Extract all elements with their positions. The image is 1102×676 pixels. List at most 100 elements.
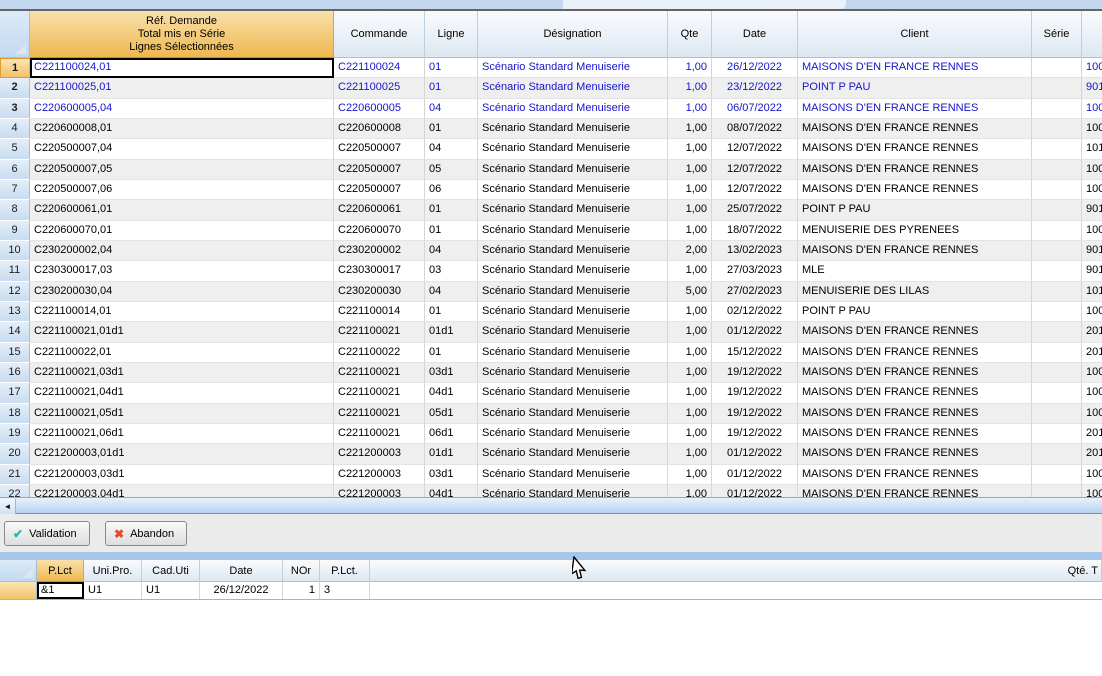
- cell-date[interactable]: 01/12/2022: [712, 444, 798, 464]
- cell-qte[interactable]: 1,00: [668, 119, 712, 139]
- cell-qte[interactable]: 2,00: [668, 241, 712, 261]
- cell-ligne[interactable]: 06: [425, 180, 478, 200]
- cell-client[interactable]: MLE: [798, 261, 1032, 281]
- row-number[interactable]: 6: [0, 160, 30, 180]
- cell-designation[interactable]: Scénario Standard Menuiserie: [478, 485, 668, 497]
- cell-commande[interactable]: C221100021: [334, 383, 425, 403]
- cell-ligne[interactable]: 04: [425, 282, 478, 302]
- cell-client[interactable]: MAISONS D'EN FRANCE RENNES: [798, 119, 1032, 139]
- cell-ligne[interactable]: 03d1: [425, 465, 478, 485]
- cell-designation[interactable]: Scénario Standard Menuiserie: [478, 404, 668, 424]
- cell-serie[interactable]: [1032, 322, 1082, 342]
- cell-designation[interactable]: Scénario Standard Menuiserie: [478, 99, 668, 119]
- cell-commande[interactable]: C221100022: [334, 343, 425, 363]
- cell-designation[interactable]: Scénario Standard Menuiserie: [478, 444, 668, 464]
- cell-ligne[interactable]: 04: [425, 241, 478, 261]
- cell-ref[interactable]: C221100021,03d1: [30, 363, 334, 383]
- bottom-cell-plct2[interactable]: 3: [320, 582, 370, 599]
- cell-ligne[interactable]: 03d1: [425, 363, 478, 383]
- column-header-commande[interactable]: Commande: [334, 11, 425, 58]
- cell-date[interactable]: 19/12/2022: [712, 424, 798, 444]
- cell-ligne[interactable]: 01: [425, 78, 478, 98]
- cell-serie[interactable]: [1032, 241, 1082, 261]
- cell-ref[interactable]: C221100021,06d1: [30, 424, 334, 444]
- cell-designation[interactable]: Scénario Standard Menuiserie: [478, 383, 668, 403]
- cell-de[interactable]: 100: [1082, 180, 1102, 200]
- cell-client[interactable]: MAISONS D'EN FRANCE RENNES: [798, 424, 1032, 444]
- cell-date[interactable]: 01/12/2022: [712, 485, 798, 497]
- cell-ref[interactable]: C230200030,04: [30, 282, 334, 302]
- cell-designation[interactable]: Scénario Standard Menuiserie: [478, 322, 668, 342]
- cell-ref[interactable]: C220600005,04: [30, 99, 334, 119]
- cell-designation[interactable]: Scénario Standard Menuiserie: [478, 78, 668, 98]
- cell-de[interactable]: 101: [1082, 139, 1102, 159]
- cell-ligne[interactable]: 01: [425, 343, 478, 363]
- row-number[interactable]: 5: [0, 139, 30, 159]
- cell-ligne[interactable]: 03: [425, 261, 478, 281]
- cell-client[interactable]: MENUISERIE DES LILAS: [798, 282, 1032, 302]
- cell-ref[interactable]: C221100014,01: [30, 302, 334, 322]
- cell-date[interactable]: 12/07/2022: [712, 160, 798, 180]
- cell-commande[interactable]: C230300017: [334, 261, 425, 281]
- bottom-select-all-corner[interactable]: [0, 560, 37, 582]
- cell-de[interactable]: 100: [1082, 160, 1102, 180]
- cell-serie[interactable]: [1032, 302, 1082, 322]
- column-header-client[interactable]: Client: [798, 11, 1032, 58]
- cell-client[interactable]: MAISONS D'EN FRANCE RENNES: [798, 363, 1032, 383]
- cell-de[interactable]: 100: [1082, 221, 1102, 241]
- row-number[interactable]: 17: [0, 383, 30, 403]
- cell-commande[interactable]: C221100014: [334, 302, 425, 322]
- cell-de[interactable]: 100: [1082, 363, 1102, 383]
- cell-ref[interactable]: C221100021,01d1: [30, 322, 334, 342]
- cell-de[interactable]: 201: [1082, 444, 1102, 464]
- cell-date[interactable]: 19/12/2022: [712, 363, 798, 383]
- cell-commande[interactable]: C221100021: [334, 424, 425, 444]
- cell-commande[interactable]: C220600070: [334, 221, 425, 241]
- cell-commande[interactable]: C221200003: [334, 444, 425, 464]
- cell-date[interactable]: 19/12/2022: [712, 383, 798, 403]
- cell-client[interactable]: POINT P PAU: [798, 200, 1032, 220]
- cell-serie[interactable]: [1032, 180, 1082, 200]
- cell-ref[interactable]: C220600070,01: [30, 221, 334, 241]
- cell-client[interactable]: MAISONS D'EN FRANCE RENNES: [798, 322, 1032, 342]
- bottom-row-gutter[interactable]: [0, 582, 37, 599]
- cell-serie[interactable]: [1032, 139, 1082, 159]
- abandon-button[interactable]: ✖ Abandon: [105, 521, 187, 546]
- cell-designation[interactable]: Scénario Standard Menuiserie: [478, 200, 668, 220]
- cell-ref[interactable]: C221100021,05d1: [30, 404, 334, 424]
- bottom-column-header-plct2[interactable]: P.Lct.: [320, 560, 370, 582]
- cell-ligne[interactable]: 01: [425, 221, 478, 241]
- cell-qte[interactable]: 1,00: [668, 485, 712, 497]
- cell-serie[interactable]: [1032, 404, 1082, 424]
- cell-commande[interactable]: C220600005: [334, 99, 425, 119]
- cell-qte[interactable]: 1,00: [668, 322, 712, 342]
- cell-date[interactable]: 13/02/2023: [712, 241, 798, 261]
- column-header-qte[interactable]: Qte: [668, 11, 712, 58]
- cell-ref[interactable]: C230200002,04: [30, 241, 334, 261]
- cell-designation[interactable]: Scénario Standard Menuiserie: [478, 465, 668, 485]
- cell-serie[interactable]: [1032, 78, 1082, 98]
- bottom-cell-unipro[interactable]: U1: [84, 582, 142, 599]
- cell-de[interactable]: 100: [1082, 465, 1102, 485]
- row-number[interactable]: 15: [0, 343, 30, 363]
- cell-de[interactable]: 100: [1082, 383, 1102, 403]
- cell-client[interactable]: MAISONS D'EN FRANCE RENNES: [798, 404, 1032, 424]
- cell-serie[interactable]: [1032, 465, 1082, 485]
- horizontal-scrollbar[interactable]: ◄: [0, 497, 1102, 514]
- cell-qte[interactable]: 1,00: [668, 261, 712, 281]
- column-header-ref[interactable]: Réf. Demande Total mis en Série Lignes S…: [30, 11, 334, 58]
- cell-date[interactable]: 01/12/2022: [712, 322, 798, 342]
- cell-commande[interactable]: C221200003: [334, 465, 425, 485]
- cell-designation[interactable]: Scénario Standard Menuiserie: [478, 139, 668, 159]
- cell-client[interactable]: MAISONS D'EN FRANCE RENNES: [798, 180, 1032, 200]
- cell-ligne[interactable]: 04d1: [425, 383, 478, 403]
- cell-ligne[interactable]: 06d1: [425, 424, 478, 444]
- cell-serie[interactable]: [1032, 383, 1082, 403]
- cell-ligne[interactable]: 01: [425, 119, 478, 139]
- cell-date[interactable]: 26/12/2022: [712, 58, 798, 78]
- cell-ref[interactable]: C221200003,04d1: [30, 485, 334, 497]
- cell-qte[interactable]: 1,00: [668, 424, 712, 444]
- cell-commande[interactable]: C221100021: [334, 363, 425, 383]
- cell-ref[interactable]: C220500007,04: [30, 139, 334, 159]
- cell-ref[interactable]: C221100025,01: [30, 78, 334, 98]
